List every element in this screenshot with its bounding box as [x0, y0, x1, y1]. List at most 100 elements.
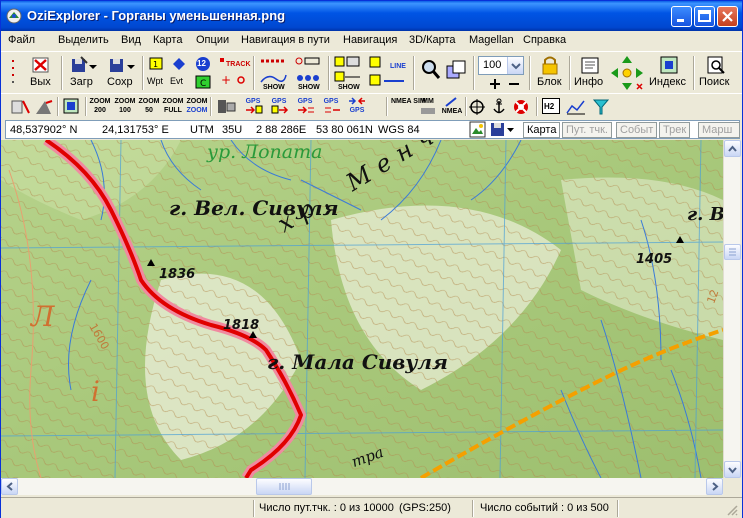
gps-download-waypoints-button[interactable]: GPS	[241, 97, 265, 116]
profile-chart-icon[interactable]	[565, 98, 587, 116]
height-button[interactable]: H2	[542, 98, 560, 114]
zoom-custom-button[interactable]: ZOOM ZOOM	[186, 97, 208, 116]
track-button[interactable]: + TRACK	[219, 55, 251, 91]
event-button[interactable]: Evt	[169, 56, 189, 90]
show-label: SHOW	[298, 84, 320, 91]
toolbar-separator	[569, 56, 571, 90]
minimize-button[interactable]	[671, 6, 692, 27]
gps-label: GPS	[271, 98, 287, 105]
gps-transfer-button[interactable]: GPS	[345, 97, 369, 116]
gps-connect-icon[interactable]	[215, 97, 237, 117]
nmea-sim-button[interactable]: NMEA SIM	[391, 97, 426, 116]
lifebuoy-icon[interactable]	[512, 98, 530, 116]
toolbar-grip-icon	[12, 60, 14, 83]
save-button[interactable]: Сохр	[105, 55, 139, 91]
exit-button[interactable]: Вых	[27, 55, 55, 91]
tab-tracks[interactable]: Трек	[659, 122, 691, 138]
toolbar-separator	[386, 97, 388, 116]
scroll-left-button[interactable]	[1, 478, 18, 495]
nmea-label: NMEA	[441, 108, 463, 115]
show-tracks-button[interactable]: SHOW	[258, 55, 288, 91]
menu-moving-map[interactable]: Навигация в пути	[241, 34, 330, 46]
elevation-1836: 1836	[159, 267, 196, 282]
gps-track-arrow-icon	[298, 106, 314, 114]
tools-icon[interactable]	[33, 97, 55, 117]
map-label-gora-vel: г. Ве	[687, 204, 723, 225]
grip-icon	[279, 483, 290, 490]
tab-routes[interactable]: Марш	[698, 122, 740, 138]
menu-select[interactable]: Выделить	[58, 34, 109, 46]
menu-file[interactable]: Файл	[8, 34, 35, 46]
menu-map[interactable]: Карта	[153, 34, 182, 46]
zoom-in-icon[interactable]	[488, 77, 502, 91]
maximize-button[interactable]	[694, 6, 715, 27]
gps-track-button[interactable]: GPS	[293, 97, 317, 116]
vertical-scrollbar[interactable]	[723, 140, 741, 478]
satellite-icon[interactable]	[9, 97, 31, 117]
menu-view[interactable]: Вид	[121, 34, 141, 46]
zoom-tool-button[interactable]	[419, 58, 441, 84]
lock-button[interactable]: Блок	[534, 55, 566, 91]
map-list-icon[interactable]	[62, 97, 82, 117]
index-button[interactable]: Индекс	[648, 55, 690, 91]
zoom-select[interactable]: 100	[478, 56, 524, 75]
scroll-up-button[interactable]	[724, 140, 741, 157]
anchor-icon[interactable]	[490, 98, 508, 116]
horizontal-scrollbar[interactable]	[1, 478, 723, 495]
svg-text:+: +	[221, 73, 231, 87]
menu-3d-map[interactable]: 3D/Карта	[409, 34, 456, 46]
vertical-scroll-thumb[interactable]	[724, 244, 741, 260]
route-button[interactable]: C 12	[193, 55, 213, 91]
tab-waypoints[interactable]: Пут. тчк.	[562, 122, 612, 138]
gps-download-track-button[interactable]: GPS	[319, 97, 343, 116]
tab-map[interactable]: Карта	[523, 122, 561, 138]
search-button[interactable]: Поиск	[697, 55, 737, 91]
show-routes-button[interactable]: SHOW	[333, 55, 363, 91]
funnel-icon[interactable]	[592, 98, 610, 116]
save-dropdown-icon[interactable]	[490, 121, 516, 138]
info-button[interactable]: Инфо	[573, 55, 607, 91]
crosshair-icon[interactable]	[468, 98, 486, 116]
map-label-small-sivulya: г. Мала Сивуля	[267, 350, 448, 374]
menu-options[interactable]: Опции	[196, 34, 229, 46]
exit-label: Вых	[30, 76, 51, 88]
menu-magellan[interactable]: Magellan	[469, 34, 514, 46]
zoom-200-button[interactable]: ZOOM 200	[89, 97, 111, 116]
load-button[interactable]: Загр	[67, 55, 101, 91]
show-waypoints-button[interactable]: SHOW	[293, 55, 323, 91]
picture-icon[interactable]	[469, 121, 486, 138]
map-canvas[interactable]: ур. Лопата г. Вел. Сивуля г. Мала Сивуля…	[1, 140, 723, 478]
nmea-button[interactable]: NMEA	[441, 97, 463, 116]
zoom-out-icon[interactable]	[507, 77, 521, 91]
chevron-down-icon[interactable]	[507, 57, 523, 74]
close-button[interactable]	[717, 6, 738, 27]
map-windows-button[interactable]	[445, 58, 469, 84]
evt-label: Evt	[170, 76, 184, 86]
menu-navigation[interactable]: Навигация	[343, 34, 397, 46]
zoom-100-button[interactable]: ZOOM 100	[114, 97, 136, 116]
line-tool-button[interactable]: LINE	[368, 55, 408, 91]
pan-control[interactable]	[609, 54, 645, 92]
waypoint-button[interactable]: 1 Wpt	[147, 56, 167, 90]
status-gps-capacity: (GPS:250)	[399, 502, 451, 514]
horizontal-scroll-thumb[interactable]	[256, 478, 312, 495]
h2-label: H2	[544, 102, 555, 111]
zoom-50-button[interactable]: ZOOM 50	[138, 97, 160, 116]
load-icon	[72, 56, 97, 72]
zoom-full-button[interactable]: ZOOM FULL	[162, 97, 184, 116]
resize-grip-icon[interactable]	[726, 504, 738, 516]
toolbar-separator	[142, 56, 144, 90]
map-label-left-i: і	[91, 375, 100, 408]
route-count-badge: 12	[197, 59, 206, 68]
zoom-value: 100	[483, 59, 502, 71]
scroll-down-button[interactable]	[724, 461, 741, 478]
menu-help[interactable]: Справка	[523, 34, 566, 46]
toolbar-separator	[693, 56, 695, 90]
tab-events[interactable]: Событ	[616, 122, 658, 138]
title-bar[interactable]: OziExplorer - Горганы уменьшенная.png	[1, 1, 742, 31]
event-diamond-icon	[173, 58, 185, 70]
utm-easting: 2 88 286E	[256, 124, 307, 136]
scroll-right-button[interactable]	[706, 478, 723, 495]
moving-map-button[interactable]: MM	[417, 97, 439, 116]
gps-upload-waypoints-button[interactable]: GPS	[267, 97, 291, 116]
